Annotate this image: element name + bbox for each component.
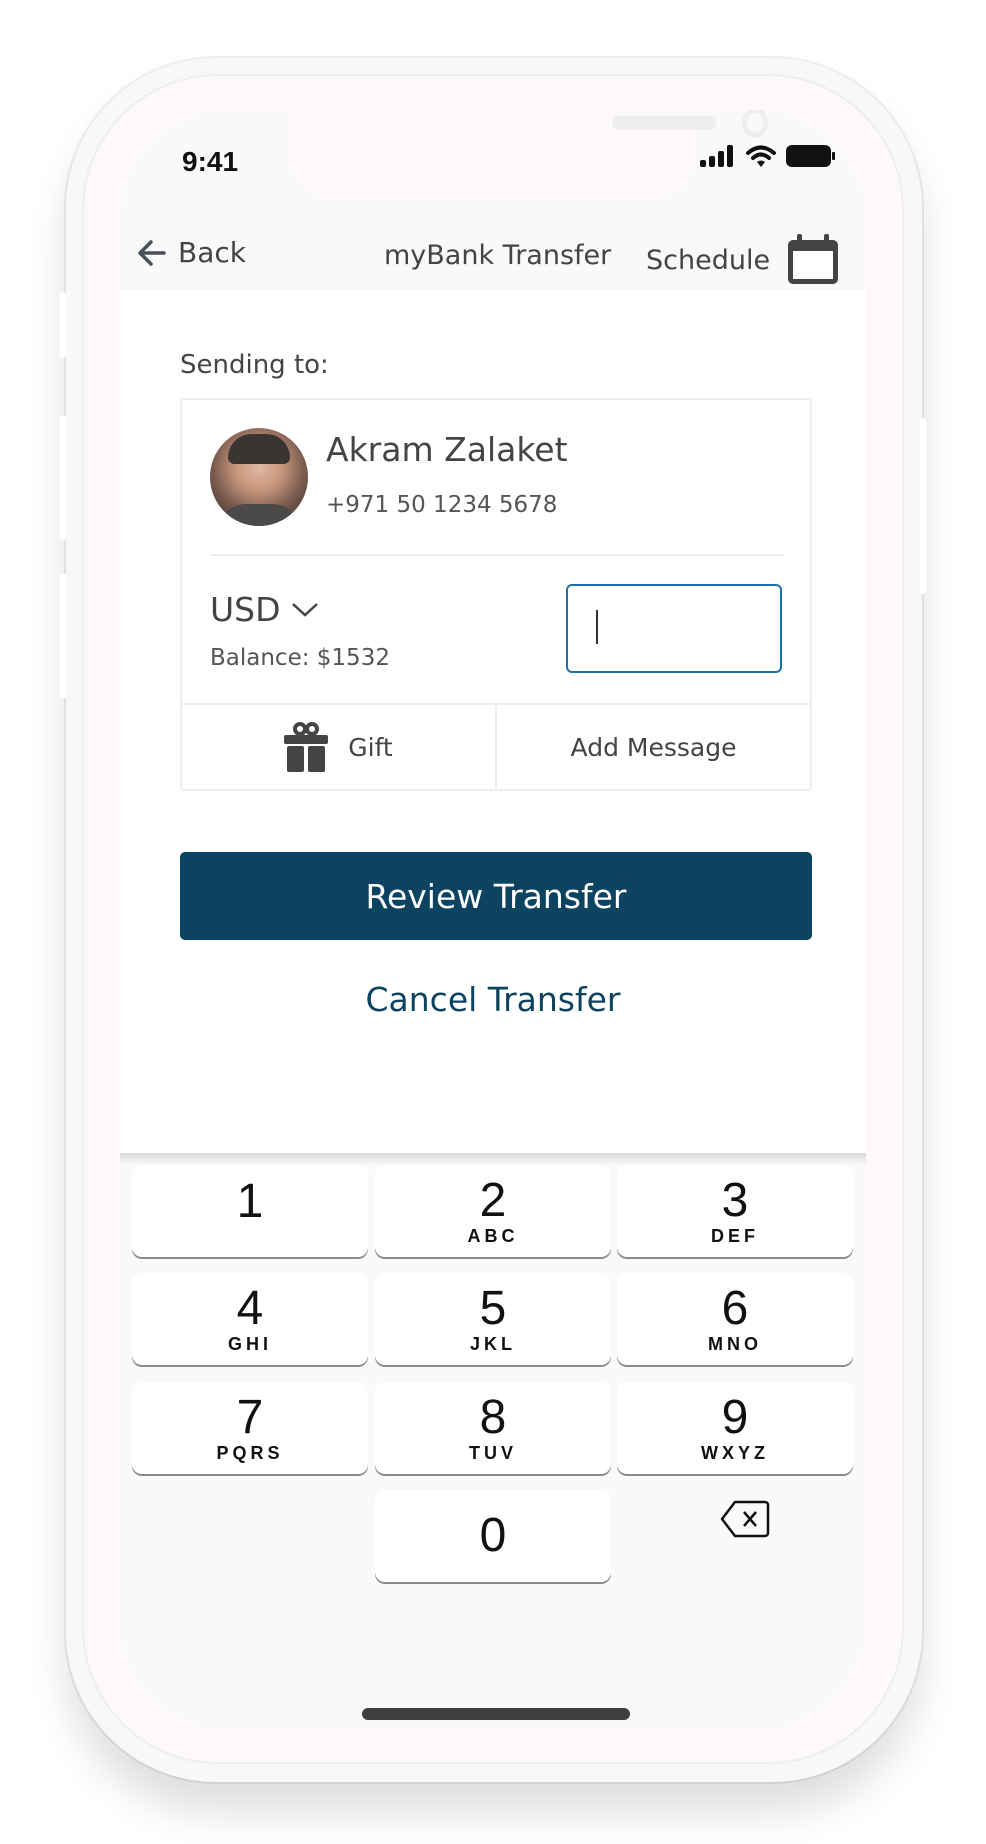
key-letters: WXYZ [701,1443,769,1463]
avatar-hair [228,434,290,464]
arrow-left-icon [138,239,166,266]
keypad-key-2[interactable]: 2 ABC [375,1165,611,1257]
front-camera [742,110,768,138]
key-number: 2 [479,1174,507,1227]
key-number: 4 [236,1282,264,1335]
keypad-key-8[interactable]: 8 TUV [375,1382,611,1474]
battery-icon [786,145,835,167]
keypad-key-3[interactable]: 3 DEF [617,1165,853,1257]
key-letters: JKL [469,1334,516,1354]
key-letters: DEF [711,1226,759,1246]
gift-label: Gift [348,732,393,762]
keypad-key-0[interactable]: 0 [375,1490,611,1582]
nav-bar: Back myBank Transfer Schedule [120,210,866,300]
page-title: myBank Transfer [384,240,612,271]
calendar-icon [788,234,839,284]
key-letters: PQRS [216,1443,284,1463]
back-label: Back [178,236,246,269]
numeric-keypad: 1 2 ABC 3 DEF 4 GHI 5 JKL 6 MNO 7 PQRS 8 TUV 9 WXYZ 0 [120,1153,866,1730]
signal-icon [700,145,733,167]
phone-screen: Back myBank Transfer Schedule Sending to… [120,110,866,1730]
gift-button[interactable]: Gift [182,705,495,789]
transfer-form: Sending to: Akram Zalaket +971 50 1234 5… [120,290,866,1163]
keypad-key-4[interactable]: 4 GHI [132,1273,368,1365]
cancel-transfer-link[interactable]: Cancel Transfer [120,980,866,1019]
review-transfer-button[interactable]: Review Transfer [180,852,812,940]
avatar [210,428,308,526]
speaker [612,116,716,130]
recipient-phone: +971 50 1234 5678 [326,492,558,518]
schedule-label: Schedule [646,244,771,276]
card-divider [210,554,784,556]
text-caret [596,610,598,644]
key-number: 3 [721,1174,749,1227]
home-indicator[interactable] [362,1708,630,1720]
currency-dropdown[interactable]: USD [210,590,319,629]
key-letters: GHI [227,1334,272,1354]
key-letters: ABC [467,1226,519,1246]
status-time: 9:41 [182,146,239,177]
key-number: 8 [479,1391,507,1444]
wifi-icon [746,145,776,167]
key-number: 7 [236,1391,264,1444]
amount-input[interactable] [566,584,782,673]
back-button[interactable]: Back [136,236,246,269]
key-number: 1 [236,1175,264,1228]
keypad-key-5[interactable]: 5 JKL [375,1273,611,1365]
key-number: 0 [479,1509,507,1562]
chevron-down-icon [291,602,318,617]
key-number: 5 [479,1282,507,1335]
notch [290,110,768,200]
phone-side-button [60,292,66,358]
balance-text: Balance: $1532 [210,645,390,671]
recipient-card: Akram Zalaket +971 50 1234 5678 USD Bala… [180,398,812,791]
keypad-key-7[interactable]: 7 PQRS [132,1382,368,1474]
keypad-key-6[interactable]: 6 MNO [617,1273,853,1365]
sending-to-label: Sending to: [180,350,329,380]
card-actions: Gift Add Message [182,703,810,789]
add-message-label: Add Message [570,732,737,762]
key-number: 6 [721,1282,749,1335]
schedule-button[interactable]: Schedule [646,234,840,286]
phone-volume-down-button [60,573,66,699]
currency-code: USD [210,590,281,629]
backspace-icon[interactable] [720,1500,770,1538]
keypad-key-9[interactable]: 9 WXYZ [617,1382,853,1474]
recipient-name: Akram Zalaket [326,430,568,469]
phone-volume-up-button [60,415,66,541]
keypad-key-1[interactable]: 1 [132,1165,368,1257]
key-letters: TUV [469,1443,517,1463]
gift-icon [284,722,329,772]
add-message-button[interactable]: Add Message [495,705,810,789]
key-number: 9 [721,1391,749,1444]
avatar-shirt [216,504,302,526]
key-letters: MNO [708,1334,762,1354]
status-icons [700,144,836,168]
keypad-top-shadow [120,1153,866,1165]
phone-power-button [920,418,926,594]
